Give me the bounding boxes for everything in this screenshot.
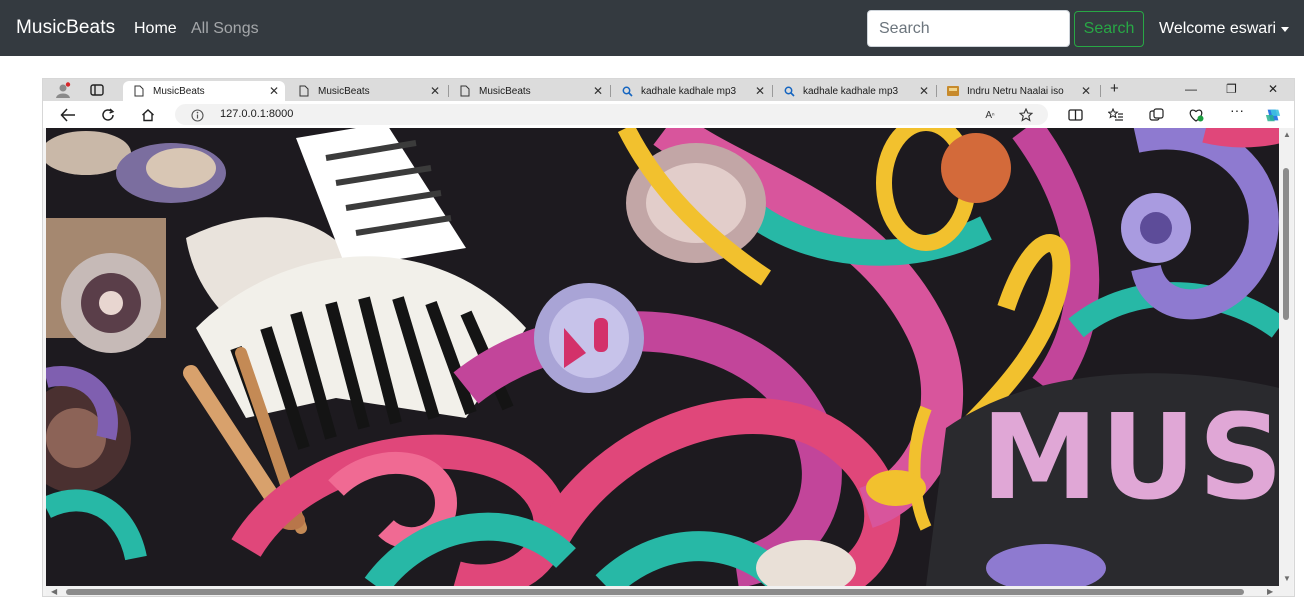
- profile-icon[interactable]: [55, 82, 71, 98]
- address-bar[interactable]: [175, 104, 1048, 125]
- browser-toolbar: 127.0.0.1:8000 Aⁿ ···: [43, 101, 1294, 128]
- url-text: 127.0.0.1:8000: [220, 108, 294, 120]
- horizontal-scrollbar[interactable]: ◀ ▶: [46, 586, 1293, 596]
- collections-icon[interactable]: [1148, 107, 1164, 123]
- info-icon[interactable]: [189, 107, 205, 123]
- browser-tab[interactable]: kadhale kadhale mp3 ✕: [773, 81, 935, 101]
- browser-tab-strip: MusicBeats ✕ MusicBeats ✕ MusicBeats ✕ k…: [43, 79, 1294, 101]
- browser-tab[interactable]: kadhale kadhale mp3 ✕: [611, 81, 771, 101]
- close-icon[interactable]: ✕: [430, 85, 440, 97]
- tab-title: Indru Netru Naalai iso: [967, 85, 1064, 97]
- tab-actions-icon[interactable]: [89, 82, 105, 98]
- split-screen-icon[interactable]: [1067, 107, 1083, 123]
- site-icon: [947, 85, 959, 97]
- caret-down-icon: [1281, 27, 1290, 32]
- minimize-icon[interactable]: —: [1185, 82, 1197, 96]
- search-input[interactable]: [867, 10, 1070, 47]
- close-icon[interactable]: ✕: [269, 85, 279, 97]
- window-close-icon[interactable]: ✕: [1268, 82, 1278, 96]
- home-icon[interactable]: [140, 107, 156, 123]
- copilot-icon[interactable]: [1265, 107, 1281, 123]
- back-arrow-icon[interactable]: [60, 107, 76, 123]
- tab-title: kadhale kadhale mp3: [641, 85, 737, 97]
- brand-logo[interactable]: MusicBeats: [16, 17, 115, 39]
- search-icon: [783, 85, 795, 97]
- close-icon[interactable]: ✕: [919, 85, 929, 97]
- horizontal-scroll-thumb[interactable]: [66, 589, 1244, 595]
- restore-icon[interactable]: ❐: [1226, 82, 1237, 96]
- page-icon: [133, 85, 145, 97]
- tab-title: kadhale kadhale mp3: [803, 85, 899, 97]
- scroll-right-arrow-icon[interactable]: ▶: [1267, 587, 1273, 596]
- user-dropdown[interactable]: Welcome eswari: [1159, 20, 1290, 38]
- music-banner-image: MUS: [46, 128, 1279, 586]
- search-icon: [621, 85, 633, 97]
- browser-tab[interactable]: Indru Netru Naalai iso ✕: [937, 81, 1097, 101]
- page-icon: [298, 85, 310, 97]
- scroll-up-arrow-icon[interactable]: ▲: [1283, 130, 1291, 139]
- nav-home-link[interactable]: Home: [134, 20, 177, 38]
- page-icon: [459, 85, 471, 97]
- user-greeting: Welcome eswari: [1159, 20, 1277, 37]
- close-icon[interactable]: ✕: [1081, 85, 1091, 97]
- embedded-browser-screenshot: MusicBeats ✕ MusicBeats ✕ MusicBeats ✕ k…: [42, 78, 1295, 597]
- tab-divider: [1100, 85, 1101, 97]
- vertical-scrollbar[interactable]: ▲ ▼: [1279, 128, 1293, 586]
- new-tab-plus-icon[interactable]: +: [1110, 80, 1119, 97]
- scroll-left-arrow-icon[interactable]: ◀: [51, 587, 57, 596]
- read-aloud-icon[interactable]: Aⁿ: [982, 107, 998, 123]
- scroll-down-arrow-icon[interactable]: ▼: [1283, 574, 1291, 583]
- browser-tab[interactable]: MusicBeats ✕: [288, 81, 446, 101]
- browser-tab[interactable]: MusicBeats ✕: [123, 81, 285, 101]
- close-icon[interactable]: ✕: [755, 85, 765, 97]
- refresh-icon[interactable]: [100, 107, 116, 123]
- tab-title: MusicBeats: [318, 85, 370, 97]
- browser-essentials-icon[interactable]: [1188, 107, 1204, 123]
- close-icon[interactable]: ✕: [593, 85, 603, 97]
- music-doodle-artwork: MUS: [46, 128, 1279, 586]
- tab-title: MusicBeats: [153, 85, 205, 97]
- tab-title: MusicBeats: [479, 85, 531, 97]
- nav-all-songs-link[interactable]: All Songs: [191, 20, 259, 38]
- music-artwork-lettering: MUS: [981, 388, 1279, 526]
- favorites-list-icon[interactable]: [1108, 107, 1124, 123]
- vertical-scroll-thumb[interactable]: [1283, 168, 1289, 320]
- more-options-icon[interactable]: ···: [1229, 102, 1245, 118]
- top-navbar: MusicBeats Home All Songs Search Welcome…: [0, 0, 1304, 56]
- favorite-star-icon[interactable]: [1018, 107, 1034, 123]
- browser-tab[interactable]: MusicBeats ✕: [449, 81, 609, 101]
- search-button[interactable]: Search: [1074, 11, 1144, 47]
